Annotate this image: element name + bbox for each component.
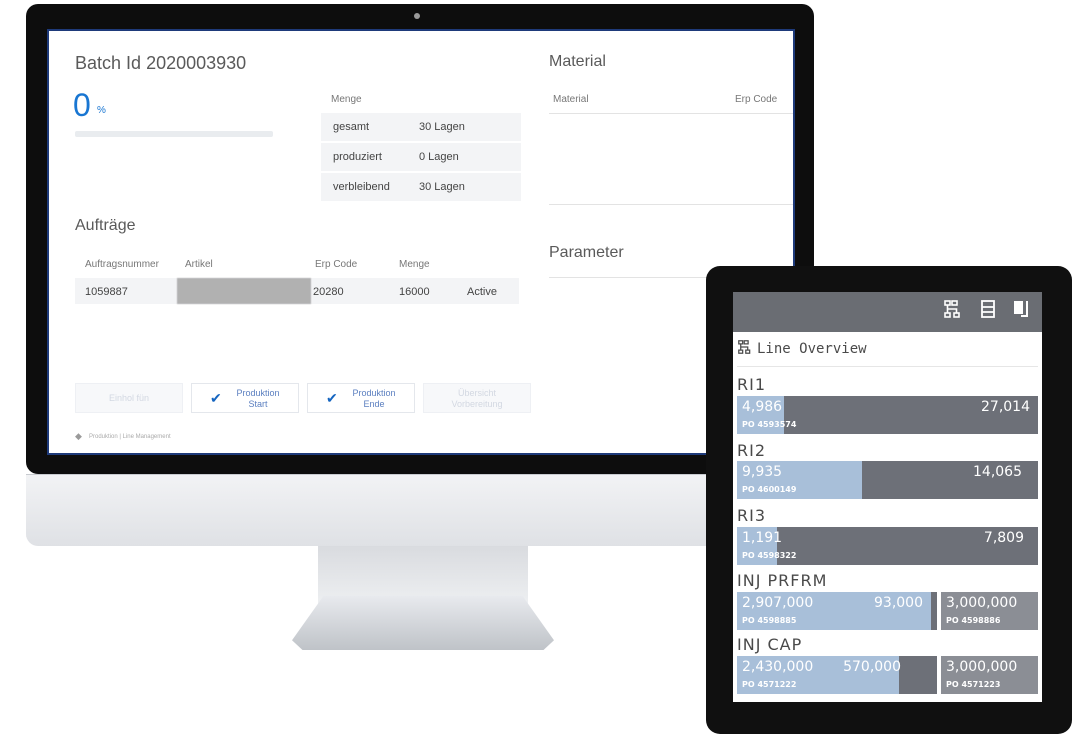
progress-percent: 0 [73, 87, 91, 123]
line-progress-bar[interactable]: 1,191 PO 4598322 7,809 [737, 527, 1038, 565]
column-header-artikel: Artikel [185, 259, 213, 270]
remaining-value: 570,000 [843, 659, 901, 675]
tag-icon: ◆ [75, 431, 82, 441]
remaining-value: 7,809 [983, 530, 1024, 546]
next-order-box[interactable]: 3,000,000 PO 4571223 [941, 656, 1038, 694]
produced-value: 9,935 [742, 464, 783, 480]
line-name: INJ PRFRM [737, 571, 828, 590]
produktion-ende-button[interactable]: ✔ Produktion Ende [307, 383, 415, 413]
next-order-value: 3,000,000 [946, 595, 1018, 611]
menge-header: Menge [331, 94, 362, 105]
menge-row-produziert: produziert 0 Lagen [321, 143, 521, 173]
camera-dot [414, 13, 420, 19]
line-overview-title: Line Overview [757, 341, 867, 357]
next-po-number: PO 4598886 [946, 616, 1001, 625]
artikel-cell-redacted [177, 278, 311, 304]
erp-code-column-header: Erp Code [735, 94, 778, 105]
line-progress-bar[interactable]: 9,935 PO 4600149 14,065 [737, 461, 1038, 499]
menge-label: produziert [333, 151, 382, 163]
progress-bar [75, 131, 273, 137]
column-header-erp-code: Erp Code [315, 259, 358, 270]
vorbereitung-button[interactable]: Übersicht Vorbereitung [423, 383, 531, 413]
default-button[interactable]: Einhol fün [75, 383, 183, 413]
menge-label: gesamt [333, 121, 370, 133]
divider [737, 366, 1038, 367]
produced-value: 1,191 [742, 530, 783, 546]
divider [549, 113, 793, 114]
po-number: PO 4598885 [742, 616, 797, 625]
produced-value: 2,907,000 [742, 595, 814, 611]
po-number: PO 4593574 [742, 420, 797, 429]
footer-breadcrumb: Produktion | Line Management [89, 434, 171, 440]
erp-code-cell: 20280 [313, 286, 344, 298]
produced-value: 4,986 [742, 399, 783, 415]
menge-table: gesamt 30 Lagen produziert 0 Lagen verbl… [321, 113, 521, 203]
remaining-value: 93,000 [874, 595, 923, 611]
exit-icon[interactable] [1013, 300, 1031, 323]
line-name: RI3 [737, 506, 767, 525]
batch-title: Batch Id 2020003930 [75, 53, 247, 73]
line-name: INJ CAP [737, 635, 803, 654]
parameter-title: Parameter [549, 244, 624, 261]
status-cell: Active [467, 286, 497, 298]
menge-value: 30 Lagen [419, 181, 465, 193]
line-progress-bar[interactable]: 4,986 PO 4593574 27,014 [737, 396, 1038, 434]
monitor-chin [26, 474, 814, 546]
next-order-box[interactable]: 3,000,000 PO 4598886 [941, 592, 1038, 630]
po-number: PO 4600149 [742, 485, 797, 494]
column-header-menge: Menge [399, 259, 430, 270]
next-po-number: PO 4571223 [946, 680, 1001, 689]
remaining-value: 14,065 [973, 464, 1022, 480]
check-icon: ✔ [326, 390, 338, 406]
percent-sign: % [97, 105, 106, 116]
line-name: RI1 [737, 375, 767, 394]
column-header-auftragsnummer: Auftragsnummer [85, 259, 159, 270]
monitor-screen: Batch Id 2020003930 0 % Menge gesamt 30 … [47, 29, 795, 455]
menge-row-gesamt: gesamt 30 Lagen [321, 113, 521, 143]
auftraege-title: Aufträge [75, 217, 136, 234]
menge-label: verbleibend [333, 181, 390, 193]
monitor-stand [292, 596, 554, 650]
list-icon[interactable] [981, 300, 995, 323]
material-title: Material [549, 53, 606, 70]
auftragsnummer-cell: 1059887 [85, 286, 128, 298]
hierarchy-icon [737, 340, 753, 357]
line-progress-bar[interactable]: 2,907,000 PO 4598885 93,000 [737, 592, 937, 630]
menge-value: 0 Lagen [419, 151, 459, 163]
material-column-header: Material [553, 94, 589, 105]
po-number: PO 4571222 [742, 680, 797, 689]
produktion-start-button[interactable]: ✔ Produktion Start [191, 383, 299, 413]
line-progress-bar[interactable]: 2,430,000 PO 4571222 570,000 [737, 656, 937, 694]
hierarchy-icon[interactable] [943, 300, 963, 323]
line-name: RI2 [737, 441, 767, 460]
menge-value: 30 Lagen [419, 121, 465, 133]
produced-value: 2,430,000 [742, 659, 814, 675]
po-number: PO 4598322 [742, 551, 797, 560]
tablet-topbar [733, 292, 1042, 332]
remaining-value: 27,014 [981, 399, 1030, 415]
menge-cell: 16000 [399, 286, 430, 298]
check-icon: ✔ [210, 390, 222, 406]
next-order-value: 3,000,000 [946, 659, 1018, 675]
divider [549, 204, 793, 205]
tablet-screen: Line Overview RI1 4,986 PO 4593574 27,01… [733, 292, 1042, 702]
menge-row-verbleibend: verbleibend 30 Lagen [321, 173, 521, 203]
